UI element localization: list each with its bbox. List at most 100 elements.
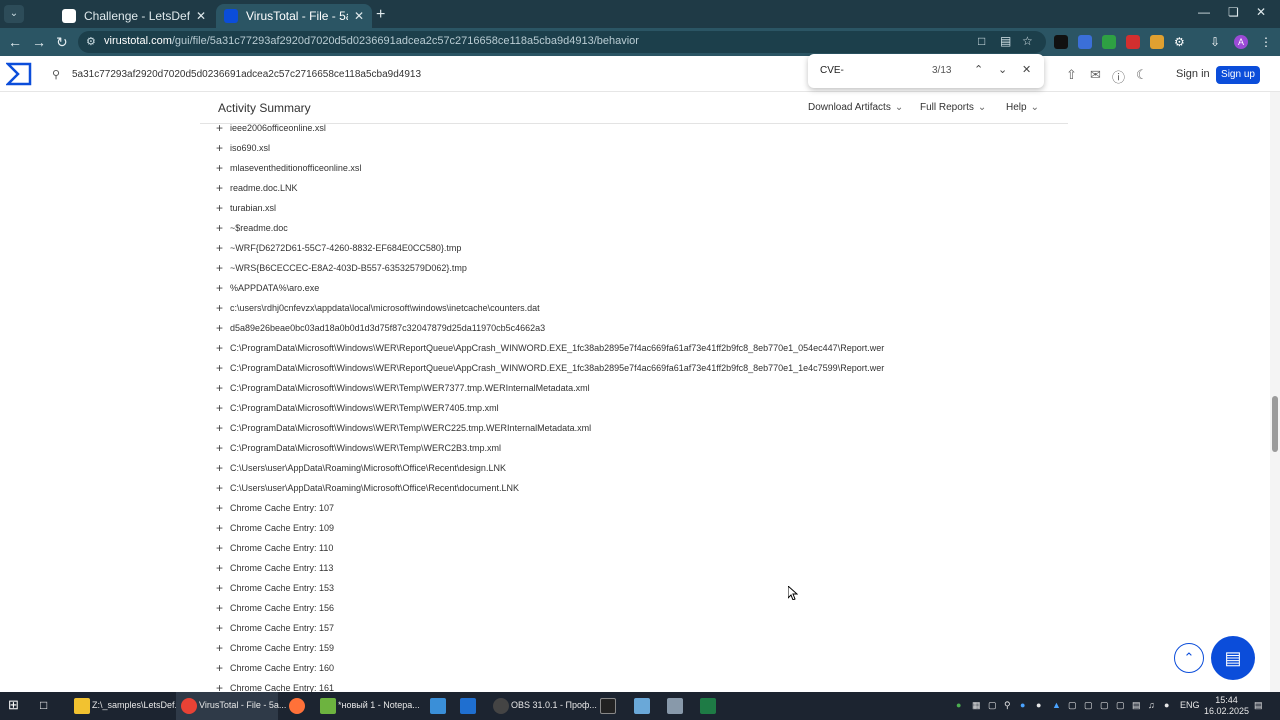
taskbar-item-label[interactable]: Z:\_samples\LetsDef...	[92, 700, 182, 710]
expand-plus-icon[interactable]: +	[216, 521, 230, 535]
close-tab-icon[interactable]: ✕	[354, 9, 364, 23]
full-reports-menu[interactable]: Full Reports ⌄	[920, 102, 986, 113]
scroll-to-top-button[interactable]: ⌃	[1174, 643, 1204, 673]
upload-icon[interactable]: ⇧	[1066, 67, 1077, 83]
list-item[interactable]: + Chrome Cache Entry: 160	[216, 658, 334, 678]
chat-button[interactable]: ▤	[1211, 636, 1255, 680]
list-item[interactable]: + Chrome Cache Entry: 113	[216, 558, 333, 578]
expand-plus-icon[interactable]: +	[216, 241, 230, 255]
list-item[interactable]: + C:\ProgramData\Microsoft\Windows\WER\Te…	[216, 418, 591, 438]
list-item[interactable]: + Chrome Cache Entry: 159	[216, 638, 334, 658]
taskbar-item-label[interactable]: VirusTotal - File - 5a...	[199, 700, 286, 710]
expand-plus-icon[interactable]: +	[216, 141, 230, 155]
virustotal-logo[interactable]	[6, 62, 32, 86]
file-explorer-icon[interactable]	[74, 698, 90, 714]
back-icon[interactable]: ←	[8, 34, 22, 50]
list-item[interactable]: + C:\ProgramData\Microsoft\Windows\WER\Te…	[216, 398, 499, 418]
expand-plus-icon[interactable]: +	[216, 201, 230, 215]
expand-plus-icon[interactable]: +	[216, 161, 230, 175]
expand-plus-icon[interactable]: +	[216, 401, 230, 415]
expand-plus-icon[interactable]: +	[216, 601, 230, 615]
list-item[interactable]: + turabian.xsl	[216, 198, 276, 218]
app-icon[interactable]	[460, 698, 476, 714]
reader-icon[interactable]: ▤	[1000, 34, 1011, 48]
tab-virustotal[interactable]: VirusTotal - File - 5a31c77293af ✕	[216, 4, 372, 28]
obs-icon[interactable]	[493, 698, 509, 714]
start-icon[interactable]: ⊞	[8, 697, 24, 713]
notepad-plus-icon[interactable]	[320, 698, 336, 714]
list-item[interactable]: + Chrome Cache Entry: 157	[216, 618, 334, 638]
list-item[interactable]: + C:\Users\user\AppData\Roaming\Microsoft…	[216, 478, 519, 498]
volume-icon[interactable]: ♫	[1148, 700, 1155, 710]
pdf-extension-icon[interactable]	[1126, 35, 1140, 49]
find-close-icon[interactable]: ✕	[1022, 63, 1031, 76]
list-item[interactable]: + C:\ProgramData\Microsoft\Windows\WER\Re…	[216, 338, 884, 358]
list-item[interactable]: + iso690.xsl	[216, 138, 270, 158]
site-info-icon[interactable]: ⚙	[86, 35, 96, 48]
taskbar-item-label[interactable]: OBS 31.0.1 - Проф...	[511, 700, 597, 710]
bookmark-star-icon[interactable]: ☆	[1022, 34, 1033, 48]
list-item[interactable]: + mlaseventheditionofficeonline.xsl	[216, 158, 361, 178]
address-bar[interactable]: ⚙ virustotal.com/gui/file/5a31c77293af29…	[78, 31, 1046, 53]
list-item[interactable]: + Chrome Cache Entry: 153	[216, 578, 334, 598]
expand-plus-icon[interactable]: +	[216, 381, 230, 395]
expand-plus-icon[interactable]: +	[216, 361, 230, 375]
expand-plus-icon[interactable]: +	[216, 261, 230, 275]
expand-plus-icon[interactable]: +	[216, 181, 230, 195]
expand-plus-icon[interactable]: +	[216, 321, 230, 335]
bluetooth-icon[interactable]: ▲	[1052, 700, 1061, 710]
list-item[interactable]: + d5a89e26beae0bc03ad18a0b0d1d3d75f87c320…	[216, 318, 545, 338]
language-indicator[interactable]: ENG	[1180, 700, 1200, 710]
new-tab-icon[interactable]: +	[376, 6, 385, 24]
system-clock[interactable]: 15:44 16.02.2025	[1204, 695, 1249, 717]
tray-icon[interactable]: ●	[1036, 700, 1041, 710]
list-item[interactable]: + Chrome Cache Entry: 110	[216, 538, 333, 558]
expand-plus-icon[interactable]: +	[216, 541, 230, 555]
list-item[interactable]: + C:\ProgramData\Microsoft\Windows\WER\Te…	[216, 438, 501, 458]
close-tab-icon[interactable]: ✕	[196, 9, 206, 23]
list-item[interactable]: + %APPDATA%\aro.exe	[216, 278, 319, 298]
tray-icon[interactable]: ▢	[1068, 700, 1077, 711]
expand-plus-icon[interactable]: +	[216, 121, 230, 135]
find-next-icon[interactable]: ⌄	[998, 63, 1007, 76]
firefox-icon[interactable]	[289, 698, 305, 714]
expand-plus-icon[interactable]: +	[216, 281, 230, 295]
page-scrollbar[interactable]	[1270, 92, 1280, 692]
task-view-icon[interactable]: □	[40, 698, 56, 714]
list-item[interactable]: + Chrome Cache Entry: 156	[216, 598, 334, 618]
expand-plus-icon[interactable]: +	[216, 441, 230, 455]
list-item[interactable]: + ~$readme.doc	[216, 218, 288, 238]
orange-extension-icon[interactable]	[1150, 35, 1164, 49]
notification-center-icon[interactable]: ▤	[1254, 700, 1263, 711]
download-artifacts-menu[interactable]: Download Artifacts ⌄	[808, 102, 903, 113]
microphone-icon[interactable]: ●	[1164, 700, 1169, 710]
list-item[interactable]: + readme.doc.LNK	[216, 178, 298, 198]
expand-plus-icon[interactable]: +	[216, 461, 230, 475]
tab-search-icon[interactable]: ⌄	[4, 5, 24, 23]
notifications-icon[interactable]: ✉	[1090, 67, 1101, 83]
chrome-icon[interactable]	[181, 698, 197, 714]
app-icon[interactable]	[667, 698, 683, 714]
expand-plus-icon[interactable]: +	[216, 621, 230, 635]
expand-plus-icon[interactable]: +	[216, 221, 230, 235]
tray-icon[interactable]: ▦	[972, 700, 981, 711]
list-item[interactable]: + c:\users\rdhj0cnfevzx\appdata\local\mic…	[216, 298, 540, 318]
tray-icon[interactable]: ●	[956, 700, 961, 710]
tray-icon[interactable]: ▢	[1084, 700, 1093, 711]
expand-plus-icon[interactable]: +	[216, 341, 230, 355]
close-window-icon[interactable]: ✕	[1256, 5, 1266, 19]
expand-plus-icon[interactable]: +	[216, 301, 230, 315]
profile-avatar[interactable]: A	[1234, 35, 1248, 49]
list-item[interactable]: + C:\ProgramData\Microsoft\Windows\WER\Re…	[216, 358, 884, 378]
restore-icon[interactable]: ❏	[1228, 5, 1239, 19]
expand-plus-icon[interactable]: +	[216, 641, 230, 655]
list-item[interactable]: + C:\ProgramData\Microsoft\Windows\WER\Te…	[216, 378, 590, 398]
list-item[interactable]: + ieee2006officeonline.xsl	[216, 118, 326, 138]
find-previous-icon[interactable]: ⌃	[974, 63, 983, 76]
list-item[interactable]: + C:\Users\user\AppData\Roaming\Microsoft…	[216, 458, 506, 478]
tab-letsdefend[interactable]: Challenge - LetsDefend ✕	[54, 4, 214, 28]
sign-in-link[interactable]: Sign in	[1176, 68, 1210, 80]
network-icon[interactable]: ▤	[1132, 700, 1141, 711]
dark-mode-icon[interactable]: ☾	[1136, 67, 1148, 83]
scrollbar-thumb[interactable]	[1272, 396, 1278, 452]
